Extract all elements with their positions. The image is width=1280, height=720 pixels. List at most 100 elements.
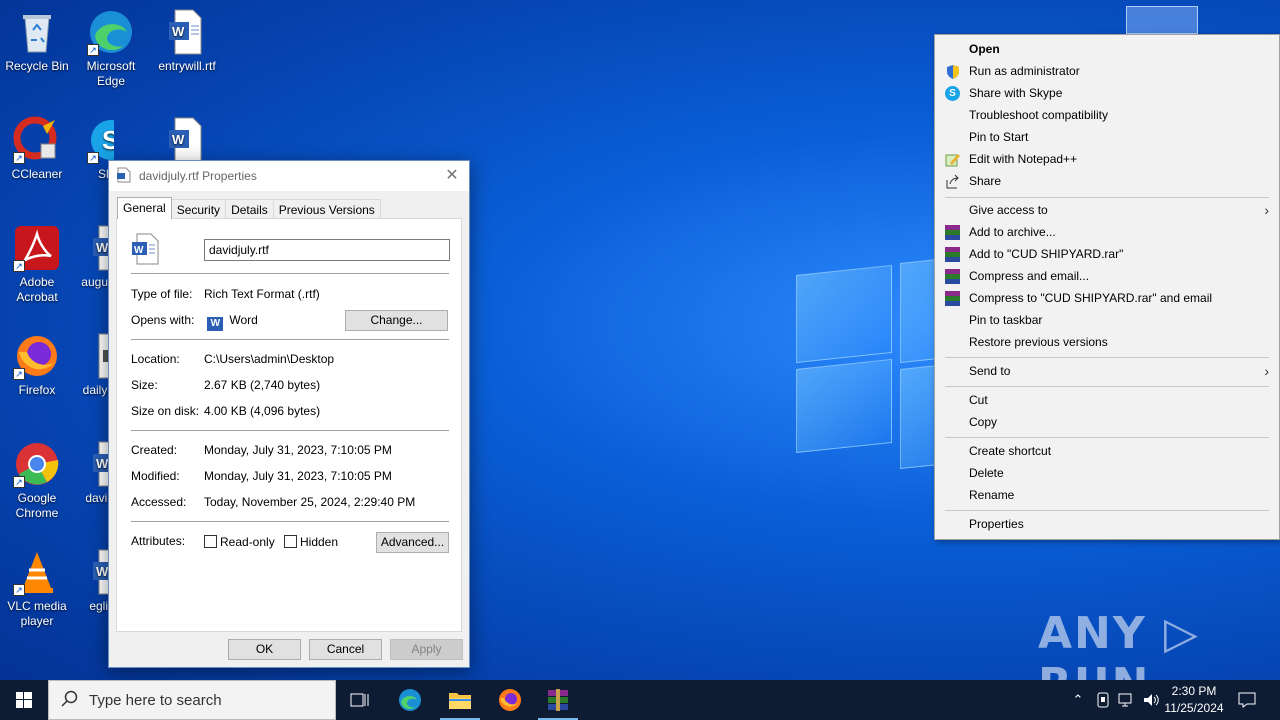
- menu-item-add-to-rar[interactable]: Add to "CUD SHIPYARD.rar": [935, 243, 1279, 265]
- menu-item-edit-notepadpp[interactable]: Edit with Notepad++: [935, 148, 1279, 170]
- size-on-disk-row: Size on disk: 4.00 KB (4,096 bytes): [131, 404, 320, 418]
- menu-item-compress-email[interactable]: Compress and email...: [935, 265, 1279, 287]
- menu-divider: [945, 386, 1269, 387]
- tab-general[interactable]: General: [117, 197, 172, 219]
- desktop-icon-ccleaner[interactable]: ↗ CCleaner: [0, 116, 74, 182]
- firefox-icon: [499, 689, 521, 711]
- desktop-icon-adobe-acrobat[interactable]: ↗ Adobe Acrobat: [0, 224, 74, 305]
- cancel-button[interactable]: Cancel: [309, 639, 382, 660]
- menu-item-send-to[interactable]: Send to ›: [935, 360, 1279, 382]
- opens-value: Word: [229, 313, 258, 327]
- readonly-checkbox-row[interactable]: Read-only: [204, 535, 275, 549]
- change-button[interactable]: Change...: [345, 310, 448, 331]
- location-row: Location: C:\Users\admin\Desktop: [131, 352, 334, 366]
- tab-details[interactable]: Details: [225, 199, 274, 219]
- start-button[interactable]: [0, 680, 48, 720]
- desktop-icon-label: VLC media player: [7, 599, 67, 628]
- close-icon[interactable]: ✕: [441, 165, 463, 187]
- network-icon[interactable]: [1116, 680, 1138, 720]
- menu-item-rename[interactable]: Rename: [935, 484, 1279, 506]
- type-of-file-row: Type of file: Rich Text Format (.rtf): [131, 287, 320, 301]
- folder-icon: [449, 693, 471, 709]
- tab-bar: General Security Details Previous Versio…: [117, 197, 381, 219]
- location-value: C:\Users\admin\Desktop: [204, 352, 335, 366]
- skype-icon: S ↗: [87, 116, 114, 164]
- menu-item-share-skype[interactable]: S Share with Skype: [935, 82, 1279, 104]
- menu-item-pin-to-start[interactable]: Pin to Start: [935, 126, 1279, 148]
- menu-item-properties[interactable]: Properties: [935, 513, 1279, 535]
- skype-icon: S: [945, 86, 960, 101]
- chrome-icon: ↗: [13, 440, 61, 488]
- taskbar-file-explorer[interactable]: [436, 680, 484, 720]
- desktop-icon-label: Google Chrome: [15, 491, 59, 520]
- menu-item-add-to-archive[interactable]: Add to archive...: [935, 221, 1279, 243]
- taskbar-winrar[interactable]: [534, 680, 582, 720]
- tab-security[interactable]: Security: [170, 199, 227, 219]
- desktop-icon-entrywill[interactable]: W entrywill.rtf: [150, 8, 224, 74]
- task-view-button[interactable]: [336, 680, 384, 720]
- accessed-label: Accessed:: [131, 495, 187, 509]
- word-app-icon: W: [207, 317, 224, 331]
- tab-previous-versions[interactable]: Previous Versions: [272, 199, 381, 219]
- uac-shield-icon: [945, 64, 960, 79]
- winrar-icon: [548, 689, 568, 711]
- edge-icon: [399, 689, 421, 711]
- volume-icon[interactable]: [1140, 680, 1162, 720]
- notification-icon[interactable]: [1234, 680, 1260, 720]
- hidden-checkbox-row[interactable]: Hidden: [284, 535, 338, 549]
- location-label: Location:: [131, 352, 180, 366]
- ok-button[interactable]: OK: [228, 639, 301, 660]
- clock-time: 2:30 PM: [1171, 684, 1217, 698]
- taskbar-search-box[interactable]: Type here to search: [48, 680, 336, 720]
- menu-item-copy[interactable]: Copy: [935, 411, 1279, 433]
- desktop-icon-edge[interactable]: ↗ Microsoft Edge: [74, 8, 148, 89]
- menu-item-open[interactable]: Open: [935, 38, 1279, 60]
- share-icon: [945, 174, 960, 189]
- readonly-checkbox[interactable]: [204, 535, 217, 548]
- edge-icon: ↗: [87, 8, 135, 56]
- notepadpp-icon: [945, 152, 960, 167]
- menu-item-delete[interactable]: Delete: [935, 462, 1279, 484]
- tray-device-icon[interactable]: [1092, 680, 1114, 720]
- desktop-icon-label: Adobe Acrobat: [16, 275, 58, 304]
- apply-button[interactable]: Apply: [390, 639, 463, 660]
- menu-item-restore-versions[interactable]: Restore previous versions: [935, 331, 1279, 353]
- advanced-button[interactable]: Advanced...: [376, 532, 449, 553]
- menu-item-create-shortcut[interactable]: Create shortcut: [935, 440, 1279, 462]
- menu-item-pin-to-taskbar[interactable]: Pin to taskbar: [935, 309, 1279, 331]
- desktop-icon-vlc[interactable]: ↗ VLC media player: [0, 548, 74, 629]
- properties-dialog: davidjuly.rtf Properties ✕ General Secur…: [108, 160, 470, 668]
- desktop-icon-firefox[interactable]: ↗ Firefox: [0, 332, 74, 398]
- modified-label: Modified:: [131, 469, 180, 483]
- dialog-titlebar[interactable]: davidjuly.rtf Properties: [109, 161, 469, 191]
- menu-item-share[interactable]: Share: [935, 170, 1279, 192]
- desktop-icon-recycle-bin[interactable]: Recycle Bin: [0, 8, 74, 74]
- desktop-icon-chrome[interactable]: ↗ Google Chrome: [0, 440, 74, 521]
- menu-divider: [945, 197, 1269, 198]
- taskbar-clock[interactable]: 2:30 PM 11/25/2024: [1162, 683, 1226, 717]
- selected-file-thumbnail[interactable]: [1126, 6, 1198, 34]
- search-icon: [61, 690, 79, 711]
- divider: [131, 273, 449, 274]
- menu-item-troubleshoot[interactable]: Troubleshoot compatibility: [935, 104, 1279, 126]
- size-label: Size:: [131, 378, 158, 392]
- type-value: Rich Text Format (.rtf): [204, 287, 320, 301]
- menu-item-run-as-admin[interactable]: Run as administrator: [935, 60, 1279, 82]
- menu-item-compress-rar-email[interactable]: Compress to "CUD SHIPYARD.rar" and email: [935, 287, 1279, 309]
- winrar-icon: [945, 269, 960, 284]
- document-icon: [117, 167, 131, 186]
- taskbar-firefox[interactable]: [486, 680, 534, 720]
- menu-item-give-access[interactable]: Give access to ›: [935, 199, 1279, 221]
- svg-text:W: W: [172, 132, 185, 147]
- taskbar-edge[interactable]: [386, 680, 434, 720]
- chevron-up-icon[interactable]: ⌃: [1068, 680, 1088, 720]
- menu-item-cut[interactable]: Cut: [935, 389, 1279, 411]
- filename-field[interactable]: [204, 239, 450, 261]
- modified-value: Monday, July 31, 2023, 7:10:05 PM: [204, 469, 392, 483]
- file-type-icon: W: [131, 233, 161, 268]
- menu-divider: [945, 357, 1269, 358]
- chevron-right-icon: ›: [1264, 202, 1269, 218]
- hidden-checkbox[interactable]: [284, 535, 297, 548]
- desktop-icon-label: Firefox: [18, 383, 56, 397]
- svg-text:S: S: [102, 125, 114, 155]
